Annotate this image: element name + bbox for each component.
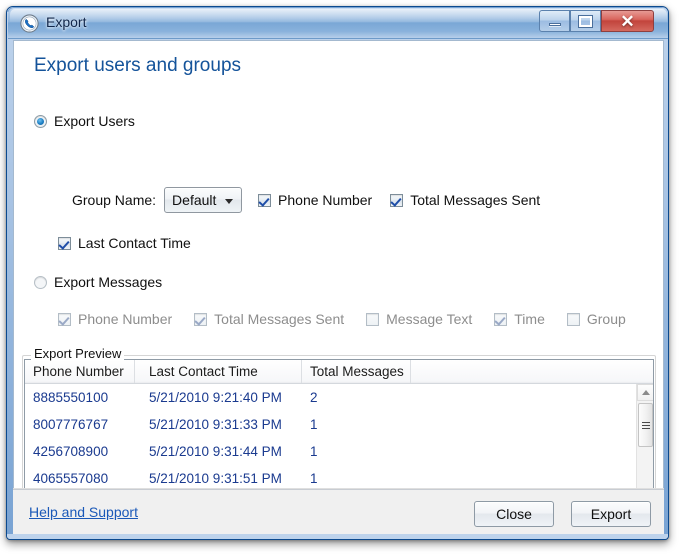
- cell-phone-number: 8885550100: [33, 390, 109, 405]
- window-title: Export: [46, 14, 87, 30]
- checkbox-msg-total-messages-sent: Total Messages Sent: [194, 311, 344, 327]
- column-header-filler: [411, 360, 653, 383]
- checkbox-user-total-messages-sent-box: [390, 193, 404, 207]
- table-row[interactable]: 4256708900 5/21/2010 9:31:44 PM 1: [25, 438, 635, 465]
- checkbox-user-phone-number-box: [258, 193, 272, 207]
- table-row[interactable]: 8885550100 5/21/2010 9:21:40 PM 2: [25, 384, 635, 411]
- scroll-up-button[interactable]: [637, 384, 653, 401]
- column-header-total-messages[interactable]: Total Messages: [302, 360, 411, 383]
- cell-last-contact-time: 5/21/2010 9:21:40 PM: [149, 390, 282, 405]
- group-name-dropdown[interactable]: Default: [164, 187, 243, 213]
- help-and-support-link[interactable]: Help and Support: [29, 504, 138, 520]
- footer-separator: [13, 489, 664, 490]
- maximize-icon: [571, 11, 600, 31]
- radio-export-messages-indicator: [34, 275, 47, 289]
- checkbox-msg-phone-number: Phone Number: [58, 311, 172, 327]
- list-header-row: Phone Number Last Contact Time Total Mes…: [25, 360, 653, 384]
- radio-export-users-label: Export Users: [54, 113, 135, 129]
- checkbox-user-total-messages-sent[interactable]: Total Messages Sent: [390, 192, 540, 208]
- column-header-last-contact-time[interactable]: Last Contact Time: [135, 360, 302, 383]
- cell-total-messages: 2: [310, 390, 318, 405]
- checkbox-user-phone-number-label: Phone Number: [278, 192, 373, 208]
- checkbox-msg-group-box: [566, 312, 580, 326]
- message-field-options: Phone Number Total Messages Sent Message…: [58, 311, 626, 327]
- cell-phone-number: 4256708900: [33, 444, 109, 459]
- close-icon: ✕: [620, 11, 635, 31]
- title-bar[interactable]: Export ✕: [8, 8, 668, 39]
- maximize-button[interactable]: [570, 10, 601, 32]
- checkbox-msg-message-text-label: Message Text: [386, 311, 473, 327]
- close-window-button[interactable]: ✕: [601, 10, 654, 32]
- grip-icon: [641, 420, 650, 431]
- checkbox-msg-time: Time: [494, 311, 545, 327]
- group-name-label: Group Name:: [72, 192, 157, 208]
- checkbox-user-last-contact-time[interactable]: Last Contact Time: [58, 235, 191, 255]
- cell-total-messages: 1: [310, 471, 318, 486]
- footer-bar: Help and Support Close Export: [13, 488, 664, 534]
- screen: Export ✕ Export users and groups Export …: [0, 0, 687, 559]
- checkbox-msg-message-text: Message Text: [366, 311, 472, 327]
- page-title: Export users and groups: [34, 55, 242, 76]
- cell-phone-number: 8007776767: [33, 417, 109, 432]
- radio-export-users-indicator: [34, 114, 47, 128]
- minimize-button[interactable]: [539, 10, 570, 32]
- export-button[interactable]: Export: [571, 501, 651, 527]
- checkbox-user-last-contact-time-box: [58, 236, 71, 250]
- chevron-up-icon: [641, 390, 650, 395]
- phone-circle-icon: [20, 14, 39, 33]
- close-button[interactable]: Close: [474, 501, 554, 527]
- checkbox-user-last-contact-time-label: Last Contact Time: [78, 235, 191, 251]
- client-area: Export users and groups Export Users Gro…: [13, 40, 664, 534]
- checkbox-msg-message-text-box: [366, 312, 380, 326]
- radio-export-messages-label: Export Messages: [54, 274, 163, 290]
- checkbox-msg-total-messages-sent-label: Total Messages Sent: [214, 311, 345, 327]
- cell-total-messages: 1: [310, 417, 318, 432]
- export-preview-legend: Export Preview: [31, 346, 125, 361]
- checkbox-msg-time-box: [494, 312, 508, 326]
- cell-last-contact-time: 5/21/2010 9:31:33 PM: [149, 417, 282, 432]
- checkbox-msg-phone-number-box: [58, 312, 71, 326]
- cell-last-contact-time: 5/21/2010 9:31:44 PM: [149, 444, 282, 459]
- cell-last-contact-time: 5/21/2010 9:31:51 PM: [149, 471, 282, 486]
- radio-export-messages[interactable]: Export Messages: [34, 274, 162, 290]
- checkbox-msg-time-label: Time: [514, 311, 545, 327]
- export-window: Export ✕ Export users and groups Export …: [6, 6, 669, 540]
- cell-total-messages: 1: [310, 444, 318, 459]
- minimize-icon: [540, 11, 569, 31]
- group-name-row: Group Name: Default Phone Number Total M…: [72, 187, 540, 213]
- checkbox-msg-group-label: Group: [586, 311, 626, 327]
- radio-export-users[interactable]: Export Users: [34, 113, 135, 129]
- user-field-options: Phone Number Total Messages Sent: [258, 192, 540, 208]
- scrollbar-thumb[interactable]: [638, 403, 653, 447]
- cell-phone-number: 4065557080: [33, 471, 109, 486]
- chevron-down-icon: [225, 199, 234, 204]
- checkbox-user-phone-number[interactable]: Phone Number: [258, 192, 372, 208]
- checkbox-msg-total-messages-sent-box: [194, 312, 208, 326]
- checkbox-msg-group: Group: [566, 311, 626, 327]
- table-row[interactable]: 8007776767 5/21/2010 9:31:33 PM 1: [25, 411, 635, 438]
- group-name-value: Default: [172, 192, 217, 208]
- column-header-phone-number[interactable]: Phone Number: [25, 360, 135, 383]
- checkbox-msg-phone-number-label: Phone Number: [78, 311, 173, 327]
- checkbox-user-total-messages-sent-label: Total Messages Sent: [410, 192, 541, 208]
